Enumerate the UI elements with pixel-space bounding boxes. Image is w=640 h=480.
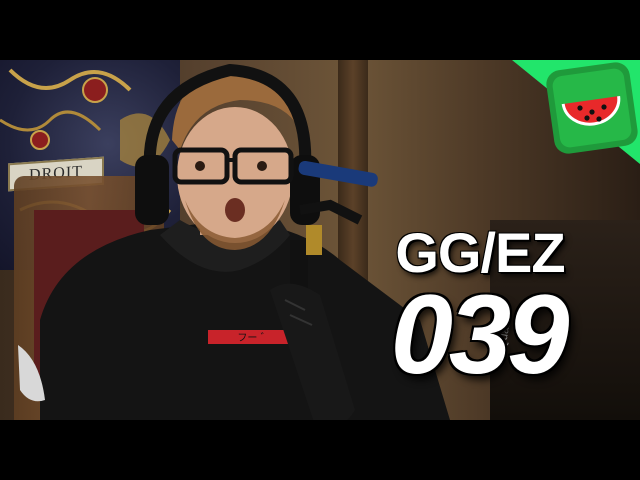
watermelon-icon (552, 68, 632, 148)
channel-badge (512, 60, 640, 164)
letterbox-bottom (0, 420, 640, 480)
shirt-print-text: フー ゛ (237, 332, 270, 344)
episode-number: 039 (390, 272, 570, 397)
letterbox-top (0, 0, 640, 60)
